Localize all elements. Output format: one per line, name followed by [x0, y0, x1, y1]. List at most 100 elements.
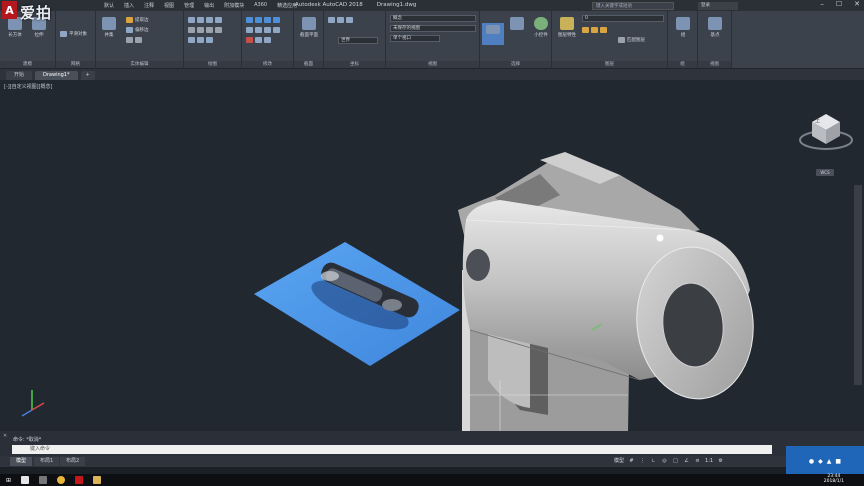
union-button[interactable]: 并集 [98, 15, 120, 49]
section-plane-icon [302, 17, 316, 30]
gizmo-button[interactable]: 小控件 [530, 15, 552, 49]
panel-draw: 绘图 [184, 11, 242, 69]
mirror-icon [264, 17, 271, 23]
model-canvas [21, 114, 853, 431]
layer-tools-row[interactable] [582, 27, 607, 33]
tab-drawing1[interactable]: Drawing1* [35, 71, 78, 80]
wcs-menu-button[interactable]: WCS [816, 169, 834, 176]
panel-label: 修改 [242, 61, 293, 68]
command-input[interactable]: 键入命令 [12, 445, 772, 454]
box-label: 长方体 [8, 33, 22, 38]
lineweight-icon[interactable]: ≡ [694, 457, 701, 465]
viewcube[interactable] [799, 114, 853, 150]
menu-item-insert[interactable]: 插入 [124, 2, 134, 9]
group-button[interactable]: 组 [672, 15, 694, 49]
search-input[interactable]: 键入关键字或短语 [592, 2, 674, 10]
draw-tools-row-3[interactable] [188, 37, 213, 43]
draw-tools-row-2[interactable] [188, 27, 222, 33]
viewport-dropdown[interactable]: 单个视口 [390, 35, 440, 42]
tray-icon-2[interactable]: ◆ [818, 458, 823, 465]
snap-icon[interactable]: ⋮ [639, 457, 646, 465]
model-space-button[interactable]: 模型 [614, 457, 624, 465]
menu-item-default[interactable]: 默认 [104, 2, 114, 9]
base-button[interactable]: 基点 [704, 15, 726, 49]
no-filter-button[interactable] [506, 15, 528, 49]
modify-tools-row-1[interactable] [246, 17, 280, 23]
task-view-icon[interactable] [39, 476, 48, 484]
match-layer-icon [618, 37, 625, 43]
ortho-icon[interactable]: ∟ [650, 457, 657, 465]
rotate-icon [255, 17, 262, 23]
layer-dropdown[interactable]: 0 [582, 15, 664, 22]
new-tab-button[interactable]: + [80, 71, 95, 80]
image-plane[interactable] [254, 242, 460, 366]
tab-start[interactable]: 开始 [6, 71, 33, 80]
app-name: Autodesk AutoCAD 2018 [295, 2, 363, 8]
menu-item-annotate[interactable]: 注释 [144, 2, 154, 9]
offset-edges-button[interactable]: 偏移边 [126, 27, 149, 33]
match-layer-button[interactable]: 匹配图层 [618, 37, 645, 43]
smooth-button[interactable]: 平滑对象 [60, 31, 87, 37]
ucs-tools-row-1[interactable] [328, 17, 353, 23]
autocad-window: 默认 插入 注释 视图 管理 输出 附加模块 A360 精选应用 Autodes… [0, 0, 864, 486]
command-line: ✕ 命令: *取消* 键入命令 [0, 431, 864, 456]
modify-tools-row-2[interactable] [246, 27, 280, 33]
layout-tab-model[interactable]: 模型 [10, 457, 33, 466]
section-plane-button[interactable]: 截面平面 [298, 15, 320, 49]
saved-view-dropdown[interactable]: 未保存的视图 [390, 25, 476, 32]
annotation-scale[interactable]: 1:1 [705, 457, 713, 465]
chrome-icon[interactable] [57, 476, 66, 484]
menu-item-manage[interactable]: 管理 [184, 2, 194, 9]
grid-icon[interactable]: # [628, 457, 635, 465]
navigation-bar[interactable] [854, 185, 862, 385]
windows-start-icon[interactable]: ⊞ [6, 477, 11, 484]
autocad-logo-icon[interactable]: A [2, 1, 17, 19]
file-explorer-icon[interactable] [93, 476, 102, 484]
extract-edges-button[interactable]: 提取边 [126, 17, 149, 23]
menu-item-output[interactable]: 输出 [204, 2, 214, 9]
maximize-button[interactable]: ☐ [836, 0, 842, 8]
panel-label: 网格 [56, 61, 95, 68]
shell-icon [135, 37, 142, 43]
autocad-taskbar-icon[interactable] [75, 476, 84, 484]
settings-icon[interactable]: ⚙ [717, 457, 724, 465]
spline-icon [206, 27, 213, 33]
tray-icon-4[interactable]: ■ [835, 458, 841, 465]
panel-selection: 小控件 选择 [480, 11, 552, 69]
match-layer-label: 匹配图层 [627, 38, 645, 43]
windows-taskbar: ⊞ [0, 474, 864, 486]
layout-tab-layout1[interactable]: 布局1 [34, 457, 60, 466]
culling-button[interactable] [482, 23, 504, 45]
ucs-dropdown[interactable]: 世界 [338, 37, 378, 44]
otrack-icon[interactable]: ∠ [683, 457, 690, 465]
drawing-viewport[interactable]: [-][自定义视图][概念] 上 WCS [0, 80, 864, 431]
menu-item-addins[interactable]: 附加模块 [224, 2, 244, 9]
draw-tools-row-1[interactable] [188, 17, 222, 23]
group-label: 组 [680, 33, 686, 38]
modify-tools-row-3[interactable] [246, 37, 271, 43]
ucs-world-icon [337, 17, 344, 23]
layer-properties-button[interactable]: 图层特性 [556, 15, 578, 49]
visual-style-dropdown[interactable]: 概念 [390, 15, 476, 22]
tray-icon-3[interactable]: ▲ [827, 458, 832, 465]
panel-label: 截面 [294, 61, 323, 68]
separate-button[interactable] [126, 37, 142, 43]
menu-item-a360[interactable]: A360 [254, 2, 267, 9]
gizmo-label: 小控件 [534, 33, 548, 38]
point-icon [206, 37, 213, 43]
tray-icon-1[interactable]: ● [809, 458, 814, 465]
minimize-button[interactable]: – [820, 0, 824, 8]
close-button[interactable]: ✕ [854, 0, 860, 8]
signin-button[interactable]: 登录 [698, 2, 738, 10]
status-bar: 模型 布局1 布局2 模型 # ⋮ ∟ ◎ □ ∠ ≡ 1:1 ⚙ [0, 456, 864, 467]
layout-tab-layout2[interactable]: 布局2 [60, 457, 86, 466]
close-command-icon[interactable]: ✕ [3, 433, 7, 439]
search-icon[interactable] [21, 476, 30, 484]
panel-label: 视图 [698, 61, 731, 68]
polar-icon[interactable]: ◎ [661, 457, 668, 465]
offset-label: 偏移边 [135, 28, 149, 33]
menu-item-view[interactable]: 视图 [164, 2, 174, 9]
mechanical-part-model[interactable] [458, 152, 761, 431]
extract-label: 提取边 [135, 18, 149, 23]
osnap-icon[interactable]: □ [672, 457, 679, 465]
